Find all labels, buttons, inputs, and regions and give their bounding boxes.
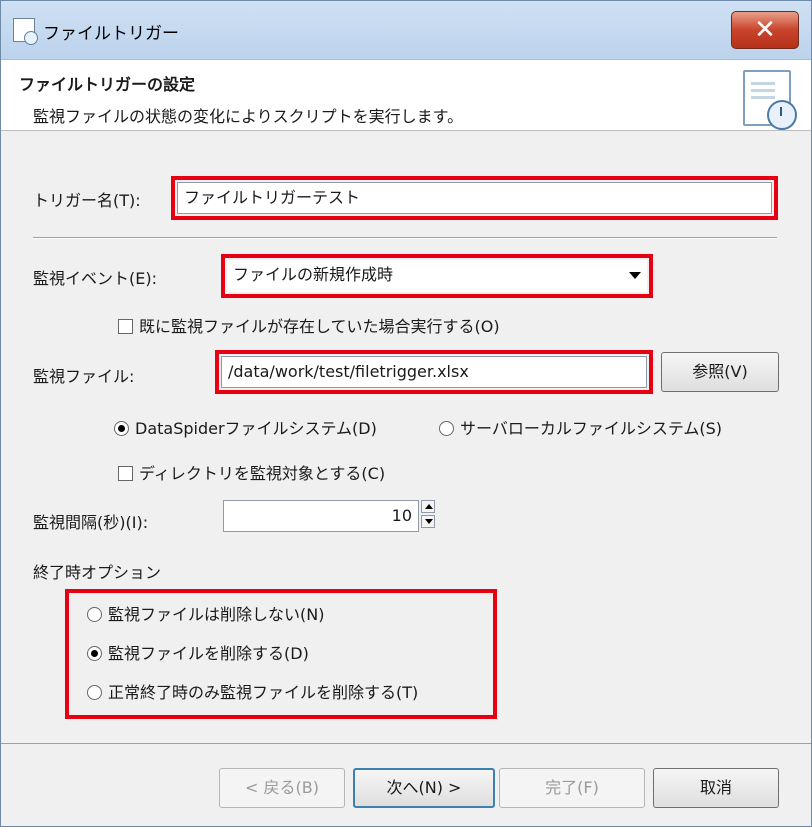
spin-down-icon[interactable] xyxy=(421,515,435,528)
end-options-heading: 終了時オプション xyxy=(33,563,162,582)
spin-up-icon[interactable] xyxy=(421,500,435,513)
directory-checkbox-label: ディレクトリを監視対象とする(C) xyxy=(139,464,386,483)
app-icon xyxy=(13,18,38,45)
close-button[interactable]: ✕ xyxy=(731,11,799,49)
directory-checkbox[interactable]: ディレクトリを監視対象とする(C) xyxy=(118,460,385,484)
radio-icon[interactable] xyxy=(439,421,454,436)
fs-option-server-local-label: サーバローカルファイルシステム(S) xyxy=(460,419,723,438)
file-trigger-dialog: ファイルトリガー ✕ ファイルトリガーの設定 監視ファイルの状態の変化によりスク… xyxy=(0,0,812,827)
end-option-delete-label: 監視ファイルを削除する(D) xyxy=(108,644,309,663)
interval-stepper[interactable] xyxy=(421,500,437,530)
watch-event-select[interactable]: ファイルの新規作成時 xyxy=(227,260,647,292)
header-description: 監視ファイルの状態の変化によりスクリプトを実行します。 xyxy=(33,107,464,126)
interval-label: 監視間隔(秒)(I): xyxy=(33,513,149,532)
end-option-keep-label: 監視ファイルは削除しない(N) xyxy=(108,605,325,624)
radio-icon[interactable] xyxy=(87,607,102,622)
separator xyxy=(33,237,777,238)
watch-event-label: 監視イベント(E): xyxy=(33,269,157,288)
close-icon: ✕ xyxy=(754,15,776,45)
end-option-delete-on-success-label: 正常終了時のみ監視ファイルを削除する(T) xyxy=(108,683,419,702)
fs-option-dataspider[interactable]: DataSpiderファイルシステム(D) xyxy=(114,415,377,439)
interval-spinner: 10 xyxy=(223,500,661,532)
existing-file-checkbox-label: 既に監視ファイルが存在していた場合実行する(O) xyxy=(139,317,500,336)
existing-file-checkbox[interactable]: 既に監視ファイルが存在していた場合実行する(O) xyxy=(118,313,500,337)
finish-button[interactable]: 完了(F) xyxy=(499,768,645,808)
dialog-footer: < 戻る(B) 次へ(N) > 完了(F) 取消 xyxy=(1,743,811,826)
watch-event-value: ファイルの新規作成時 xyxy=(233,265,394,284)
cancel-button[interactable]: 取消 xyxy=(653,768,779,808)
fs-option-server-local[interactable]: サーバローカルファイルシステム(S) xyxy=(439,415,722,439)
end-option-delete-on-success[interactable]: 正常終了時のみ監視ファイルを削除する(T) xyxy=(87,679,418,703)
interval-input[interactable]: 10 xyxy=(223,500,419,532)
checkbox-icon[interactable] xyxy=(118,319,133,334)
watch-file-label: 監視ファイル: xyxy=(33,367,135,386)
chevron-down-icon[interactable] xyxy=(629,272,641,279)
watch-file-input[interactable]: /data/work/test/filetrigger.xlsx xyxy=(221,356,647,388)
radio-selected-icon[interactable] xyxy=(87,646,102,661)
trigger-name-label: トリガー名(T): xyxy=(33,191,141,210)
radio-icon[interactable] xyxy=(87,685,102,700)
checkbox-icon[interactable] xyxy=(118,466,133,481)
back-button[interactable]: < 戻る(B) xyxy=(219,768,345,808)
radio-selected-icon[interactable] xyxy=(114,421,129,436)
dialog-header: ファイルトリガーの設定 監視ファイルの状態の変化によりスクリプトを実行します。 xyxy=(1,60,811,131)
trigger-name-input[interactable]: ファイルトリガーテスト xyxy=(177,182,772,214)
window-title: ファイルトリガー xyxy=(43,24,179,44)
next-button[interactable]: 次へ(N) > xyxy=(353,768,495,808)
header-title: ファイルトリガーの設定 xyxy=(19,75,196,94)
title-bar: ファイルトリガー ✕ xyxy=(1,1,811,60)
browse-button[interactable]: 参照(V) xyxy=(661,352,779,392)
end-option-keep[interactable]: 監視ファイルは削除しない(N) xyxy=(87,601,324,625)
document-clock-icon xyxy=(743,70,797,130)
fs-option-dataspider-label: DataSpiderファイルシステム(D) xyxy=(135,419,377,438)
end-option-delete[interactable]: 監視ファイルを削除する(D) xyxy=(87,640,309,664)
